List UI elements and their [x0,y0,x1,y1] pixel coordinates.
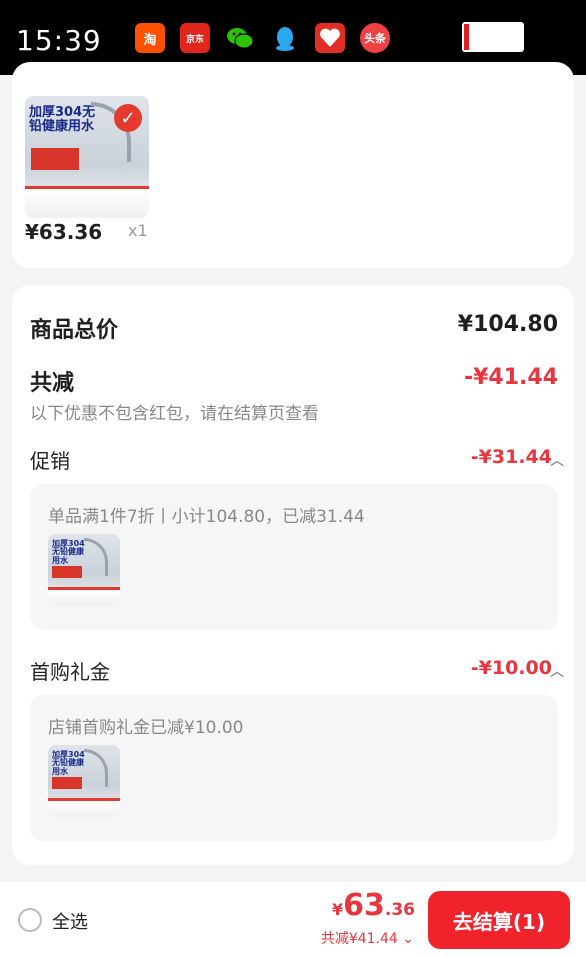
price-decimal: .36 [384,900,415,920]
thumb-footer [48,798,120,817]
chevron-up-icon[interactable]: ︿ [550,450,564,470]
battery-level [464,24,469,50]
promotion-product-image[interactable]: 加厚304无铅健康用水 [48,534,120,606]
price-currency: ¥ [331,900,344,919]
saved-amount-toggle[interactable]: 共减¥41.44 ⌄ [321,928,414,948]
promotion-value[interactable]: -¥31.44 [471,446,552,468]
wechat-icon [225,23,255,53]
thumb-heading: 加厚304无铅健康用水 [29,105,96,134]
promotion-label[interactable]: 促销 [30,445,70,474]
pinduoduo-icon [315,23,345,53]
discount-value: -¥41.44 [463,365,558,390]
selected-check-icon[interactable]: ✓ [114,104,142,132]
thumb-badge [31,148,79,170]
first-purchase-label[interactable]: 首购礼金 [30,656,110,685]
status-time: 15:39 [16,24,102,57]
faucet-graphic [84,538,108,576]
select-all-radio[interactable] [18,908,42,932]
item-quantity: x1 [128,221,148,240]
taobao-icon: 淘 [135,23,165,53]
thumb-footer [25,186,149,218]
total-value: ¥104.80 [457,312,558,337]
faucet-graphic [84,749,108,787]
thumb-footer [48,587,120,606]
select-all-label[interactable]: 全选 [52,908,88,934]
battery-icon [462,22,524,52]
promotion-detail: 单品满1件7折丨小计104.80，已减31.44 [48,507,365,527]
item-price: ¥63.36 [25,220,103,244]
checkout-button[interactable]: 去结算(1) [428,891,570,949]
toutiao-icon: 头条 [360,23,390,53]
thumb-badge [52,777,82,789]
thumb-badge [52,566,82,578]
qq-icon [270,23,300,53]
checkout-bar: 全选 ¥63.36 共减¥41.44 ⌄ 去结算(1) [0,882,586,958]
discount-note: 以下优惠不包含红包，请在结算页查看 [30,404,319,424]
final-price: ¥63.36 [332,888,415,923]
total-label: 商品总价 [30,318,119,343]
first-purchase-detail: 店铺首购礼金已减¥10.00 [48,718,244,738]
jd-icon: 京东 [180,23,210,53]
price-integer: 63 [343,888,385,923]
discount-label: 共减 [30,371,75,396]
first-purchase-product-image[interactable]: 加厚304无铅健康用水 [48,745,120,817]
first-purchase-value[interactable]: -¥10.00 [471,657,552,679]
chevron-up-icon[interactable]: ︿ [550,661,564,681]
